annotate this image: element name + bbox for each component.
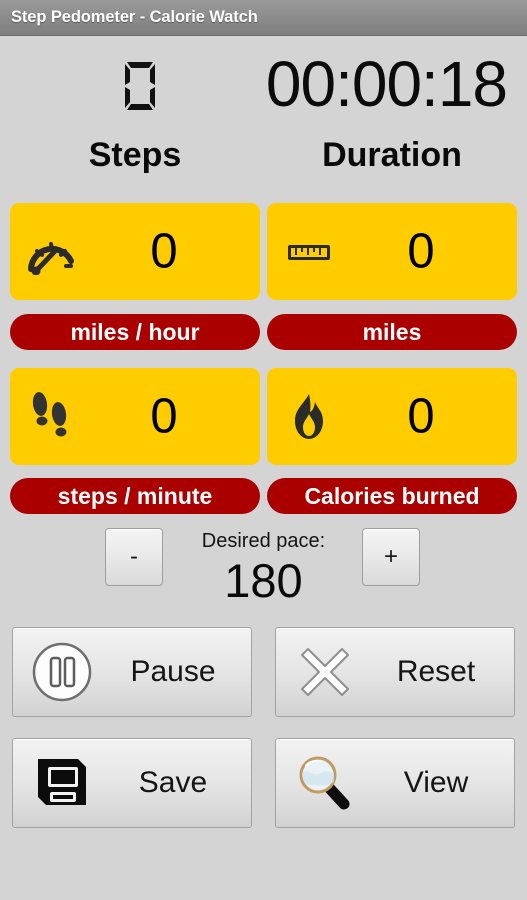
pause-button-label: Pause [130, 655, 216, 688]
timer-row: 00:00:18 [0, 36, 527, 130]
metric-value-calories: 0 [407, 389, 435, 443]
pace-value: 180 [224, 554, 303, 607]
title-bar: Step Pedometer - Calorie Watch [0, 0, 527, 36]
metric-card-speed[interactable]: 0 [10, 203, 260, 300]
pace-label: Desired pace: [201, 530, 326, 552]
close-x-icon [294, 641, 356, 703]
heading-steps: Steps [88, 136, 182, 174]
metric-value-speed: 0 [150, 224, 178, 278]
view-button-label: View [403, 766, 469, 799]
unit-label-cadence: steps / minute [57, 482, 213, 509]
view-button[interactable]: View [275, 738, 515, 828]
unit-label-calories: Calories burned [304, 482, 480, 509]
reset-button-label: Reset [396, 655, 476, 688]
pace-increment-button[interactable]: + [362, 528, 420, 586]
pace-control: - Desired pace: 180 + [0, 525, 527, 617]
unit-pill-speed: miles / hour [10, 314, 260, 350]
unit-pill-calories: Calories burned [267, 478, 517, 514]
metric-value-cadence: 0 [150, 389, 178, 443]
metric-card-cadence[interactable]: 0 [10, 368, 260, 465]
elapsed-timer: 00:00:18 [265, 48, 508, 120]
unit-label-distance: miles [362, 318, 422, 345]
app-root: Step Pedometer - Calorie Watch 00:00:18 [0, 0, 527, 900]
save-button-label: Save [138, 766, 208, 799]
metric-card-distance[interactable]: 0 [267, 203, 517, 300]
magnifier-icon [294, 752, 356, 814]
floppy-disk-icon [31, 752, 93, 814]
unit-pill-distance: miles [267, 314, 517, 350]
column-headings: Steps Duration [0, 136, 527, 189]
metric-card-calories[interactable]: 0 [267, 368, 517, 465]
pause-button[interactable]: Pause [12, 627, 252, 717]
app-title: Step Pedometer - Calorie Watch [11, 8, 258, 26]
pause-circle-icon [31, 641, 93, 703]
metric-value-distance: 0 [407, 224, 435, 278]
unit-pill-cadence: steps / minute [10, 478, 260, 514]
heading-duration: Duration [322, 136, 462, 174]
reset-button[interactable]: Reset [275, 627, 515, 717]
unit-label-speed: miles / hour [70, 318, 200, 345]
save-button[interactable]: Save [12, 738, 252, 828]
seven-segment-zero-icon [118, 58, 162, 114]
